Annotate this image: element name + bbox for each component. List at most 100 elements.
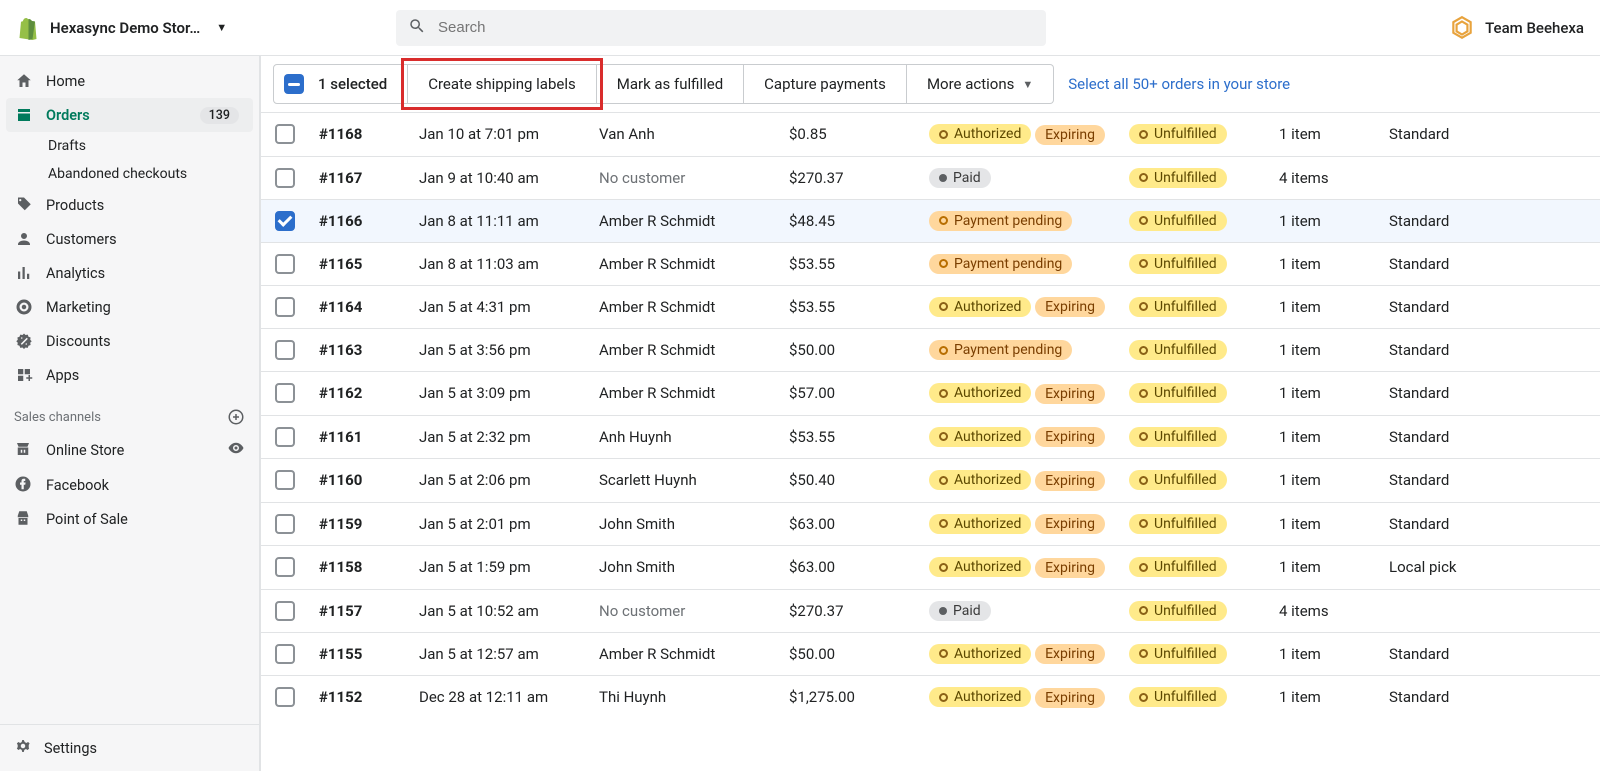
row-checkbox[interactable] [275, 470, 295, 490]
order-id[interactable]: #1158 [309, 546, 409, 590]
row-checkbox[interactable] [275, 514, 295, 534]
order-id[interactable]: #1164 [309, 285, 409, 329]
order-id[interactable]: #1167 [309, 156, 409, 199]
checkbox-indeterminate-icon[interactable] [284, 74, 304, 94]
channel-pos[interactable]: Point of Sale [0, 502, 259, 536]
fulfillment-status-cell: Unfulfilled [1119, 372, 1269, 416]
select-all-link[interactable]: Select all 50+ orders in your store [1068, 75, 1290, 93]
sidebar-item-products[interactable]: Products [0, 188, 259, 222]
status-badge: Expiring [1035, 514, 1105, 534]
order-id[interactable]: #1152 [309, 676, 409, 719]
table-row[interactable]: #1167Jan 9 at 10:40 amNo customer$270.37… [261, 156, 1600, 199]
row-checkbox[interactable] [275, 340, 295, 360]
order-delivery: Standard [1379, 415, 1600, 459]
sidebar-item-analytics[interactable]: Analytics [0, 256, 259, 290]
table-row[interactable]: #1160Jan 5 at 2:06 pmScarlett Huynh$50.4… [261, 459, 1600, 503]
status-badge: Expiring [1035, 471, 1105, 491]
row-checkbox[interactable] [275, 427, 295, 447]
sidebar-item-apps[interactable]: Apps [0, 358, 259, 392]
table-row[interactable]: #1164Jan 5 at 4:31 pmAmber R Schmidt$53.… [261, 285, 1600, 329]
table-row[interactable]: #1168Jan 10 at 7:01 pmVan Anh$0.85Author… [261, 113, 1600, 157]
global-search[interactable] [396, 10, 1046, 46]
table-row[interactable]: #1155Jan 5 at 12:57 amAmber R Schmidt$50… [261, 632, 1600, 676]
status-badge: Unfulfilled [1129, 644, 1227, 664]
order-date: Dec 28 at 12:11 am [409, 676, 589, 719]
table-row[interactable]: #1157Jan 5 at 10:52 amNo customer$270.37… [261, 589, 1600, 632]
store-name: Hexasync Demo Stor… [50, 19, 200, 37]
row-checkbox[interactable] [275, 644, 295, 664]
order-id[interactable]: #1157 [309, 589, 409, 632]
order-total: $1,275.00 [779, 676, 919, 719]
order-date: Jan 8 at 11:11 am [409, 199, 589, 242]
table-row[interactable]: #1163Jan 5 at 3:56 pmAmber R Schmidt$50.… [261, 329, 1600, 372]
table-row[interactable]: #1159Jan 5 at 2:01 pmJohn Smith$63.00Aut… [261, 502, 1600, 546]
sidebar-item-marketing[interactable]: Marketing [0, 290, 259, 324]
order-total: $63.00 [779, 502, 919, 546]
sidebar-item-label: Analytics [46, 265, 245, 282]
table-row[interactable]: #1161Jan 5 at 2:32 pmAnh Huynh$53.55Auth… [261, 415, 1600, 459]
sidebar-item-customers[interactable]: Customers [0, 222, 259, 256]
order-items: 1 item [1269, 676, 1379, 719]
sidebar-item-label: Products [46, 197, 245, 214]
status-badge: Unfulfilled [1129, 383, 1227, 403]
order-id[interactable]: #1166 [309, 199, 409, 242]
status-badge: Expiring [1035, 644, 1105, 664]
table-row[interactable]: #1158Jan 5 at 1:59 pmJohn Smith$63.00Aut… [261, 546, 1600, 590]
topbar: Hexasync Demo Stor… ▼ Team Beehexa [0, 0, 1600, 56]
row-checkbox[interactable] [275, 297, 295, 317]
bulk-select-indicator[interactable]: 1 selected [273, 64, 408, 104]
channel-online-store[interactable]: Online Store [0, 432, 259, 468]
table-row[interactable]: #1166Jan 8 at 11:11 amAmber R Schmidt$48… [261, 199, 1600, 242]
order-id[interactable]: #1160 [309, 459, 409, 503]
sidebar-settings[interactable]: Settings [0, 724, 259, 771]
row-checkbox[interactable] [275, 601, 295, 621]
table-row[interactable]: #1165Jan 8 at 11:03 amAmber R Schmidt$53… [261, 242, 1600, 285]
sidebar-item-home[interactable]: Home [0, 64, 259, 98]
order-delivery [1379, 589, 1600, 632]
order-id[interactable]: #1159 [309, 502, 409, 546]
row-checkbox[interactable] [275, 687, 295, 707]
sidebar-sub-abandoned[interactable]: Abandoned checkouts [0, 160, 259, 188]
brand[interactable]: Hexasync Demo Stor… ▼ [16, 16, 256, 40]
order-items: 4 items [1269, 589, 1379, 632]
create-shipping-labels-button[interactable]: Create shipping labels [408, 64, 597, 104]
payment-status-cell: Authorized Expiring [919, 546, 1119, 590]
row-checkbox[interactable] [275, 124, 295, 144]
more-actions-button[interactable]: More actions ▼ [907, 64, 1054, 104]
capture-payments-button[interactable]: Capture payments [744, 64, 907, 104]
status-badge: Unfulfilled [1129, 340, 1227, 360]
row-checkbox[interactable] [275, 211, 295, 231]
channel-label: Facebook [46, 477, 109, 494]
row-checkbox[interactable] [275, 383, 295, 403]
fulfillment-status-cell: Unfulfilled [1119, 502, 1269, 546]
mark-as-fulfilled-button[interactable]: Mark as fulfilled [597, 64, 744, 104]
status-badge: Unfulfilled [1129, 211, 1227, 231]
order-id[interactable]: #1168 [309, 113, 409, 157]
order-total: $53.55 [779, 242, 919, 285]
eye-icon[interactable] [227, 439, 245, 461]
table-row[interactable]: #1162Jan 5 at 3:09 pmAmber R Schmidt$57.… [261, 372, 1600, 416]
sidebar-item-label: Orders [46, 107, 188, 124]
sidebar-item-discounts[interactable]: Discounts [0, 324, 259, 358]
row-checkbox[interactable] [275, 254, 295, 274]
order-customer: Amber R Schmidt [589, 242, 779, 285]
order-id[interactable]: #1161 [309, 415, 409, 459]
order-id[interactable]: #1162 [309, 372, 409, 416]
row-checkbox[interactable] [275, 557, 295, 577]
sidebar-item-orders[interactable]: Orders 139 [6, 98, 253, 132]
discount-icon [14, 331, 34, 351]
channel-facebook[interactable]: Facebook [0, 468, 259, 502]
section-title: Sales channels [14, 410, 101, 425]
order-id[interactable]: #1155 [309, 632, 409, 676]
order-customer: Amber R Schmidt [589, 632, 779, 676]
fulfillment-status-cell: Unfulfilled [1119, 285, 1269, 329]
order-id[interactable]: #1165 [309, 242, 409, 285]
row-checkbox[interactable] [275, 168, 295, 188]
order-id[interactable]: #1163 [309, 329, 409, 372]
user-menu[interactable]: Team Beehexa [1449, 15, 1584, 41]
table-row[interactable]: #1152Dec 28 at 12:11 amThi Huynh$1,275.0… [261, 676, 1600, 719]
add-channel-icon[interactable] [227, 408, 245, 426]
search-input[interactable] [436, 18, 1034, 37]
sidebar-sub-drafts[interactable]: Drafts [0, 132, 259, 160]
sidebar-item-label: Home [46, 73, 245, 90]
